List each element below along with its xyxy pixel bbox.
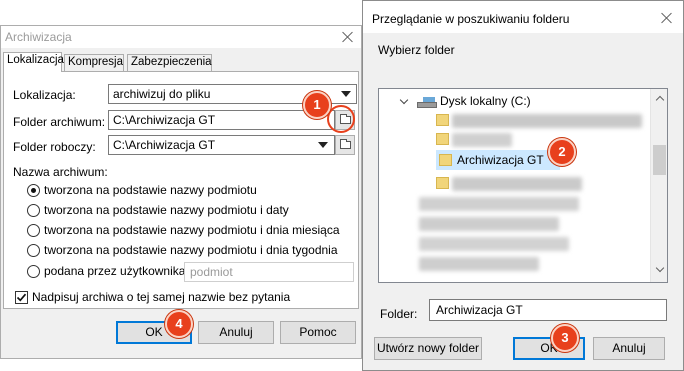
folder-input[interactable]: Archiwizacja GT [429,299,667,321]
step-badge-1: 1 [303,91,331,119]
tab-lokalizacja[interactable]: Lokalizacja [3,52,64,72]
scrollbar-thumb[interactable] [653,145,666,175]
work-folder-value: C:\Archiwizacja GT [113,138,216,152]
blurred-tree-item [419,217,559,231]
checkmark-icon [16,293,27,302]
location-label: Lokalizacja: [13,88,76,102]
radio-name-entity-day-of-month[interactable] [27,224,40,237]
step-badge-3: 3 [551,324,579,352]
close-icon[interactable] [341,30,355,44]
chevron-down-icon [318,142,328,148]
radio-label: tworzona na podstawie nazwy podmiotu [44,183,257,197]
folder-label: Folder: [380,307,418,321]
chevron-up-icon[interactable] [655,95,665,105]
overwrite-checkbox[interactable] [15,291,28,304]
radio-label: tworzona na podstawie nazwy podmiotu i d… [44,243,338,257]
new-folder-button[interactable]: Utwórz nowy folder [374,337,482,360]
folder-icon [436,177,449,189]
folder-tree[interactable]: Dysk lokalny (C:) Archiwizacja GT [378,88,668,283]
folder-icon [436,114,449,126]
archive-dialog: Archiwizacja Lokalizacja Kompresja Zabez… [0,25,362,359]
overwrite-label: Nadpisuj archiwa o tej samej nazwie bez … [32,290,291,304]
folder-icon [439,154,452,166]
radio-name-entity-date[interactable] [27,204,40,217]
blurred-tree-item [419,237,569,251]
folder-input-value: Archiwizacja GT [436,303,523,317]
radio-label: tworzona na podstawie nazwy podmiotu i d… [44,223,340,237]
tree-item-label: Archiwizacja GT [457,153,544,167]
blurred-tree-item [419,257,539,271]
cancel-button[interactable]: Anuluj [593,337,665,360]
chevron-down-icon [341,91,351,97]
browse-folder-dialog: Przeglądanie w poszukiwaniu folderu Wybi… [362,0,684,371]
tab-kompresja[interactable]: Kompresja [64,54,124,71]
cancel-button[interactable]: Anuluj [198,321,274,344]
archive-folder-input[interactable]: C:\Archiwizacja GT [108,110,335,130]
browse-dialog-titlebar: Przeglądanie w poszukiwaniu folderu [363,1,683,33]
browse-dialog-title: Przeglądanie w poszukiwaniu folderu [372,12,570,26]
radio-name-entity[interactable] [27,184,40,197]
help-button[interactable]: Pomoc [280,321,356,344]
archive-name-label: Nazwa archiwum: [13,165,108,179]
tab-zabezpieczenia[interactable]: Zabezpieczenia [127,54,212,71]
drive-icon [417,97,437,108]
work-folder-browse-button[interactable] [335,135,355,155]
step-badge-4: 4 [165,310,193,338]
folder-icon [436,133,449,145]
location-value: archiwizuj do pliku [113,87,211,101]
close-icon[interactable] [660,11,674,25]
radio-label: tworzona na podstawie nazwy podmiotu i d… [44,203,289,217]
radio-name-entity-day-of-week[interactable] [27,244,40,257]
blurred-tree-item [452,177,582,191]
archive-dialog-title: Archiwizacja [5,30,72,44]
work-folder-select[interactable]: C:\Archiwizacja GT [108,135,335,155]
blurred-tree-item [452,114,642,128]
blurred-tree-item [452,133,512,147]
blurred-tree-item [419,197,579,211]
custom-name-placeholder: podmiot [190,265,233,279]
folder-icon [340,139,351,149]
archive-folder-label: Folder archiwum: [13,115,106,129]
archive-dialog-titlebar: Archiwizacja [1,26,361,48]
chevron-down-icon[interactable] [655,263,665,273]
chevron-down-icon[interactable] [399,95,409,105]
custom-name-input[interactable]: podmiot [184,262,354,282]
tree-root-label[interactable]: Dysk lokalny (C:) [440,94,531,108]
archive-folder-value: C:\Archiwizacja GT [113,113,216,127]
step-badge-2: 2 [548,138,576,166]
radio-label: podana przez użytkownika: [44,264,189,278]
highlight-circle [327,105,355,133]
radio-name-user-defined[interactable] [27,265,40,278]
work-folder-label: Folder roboczy: [13,140,96,154]
browse-dialog-subtitle: Wybierz folder [378,43,455,57]
tree-scrollbar[interactable] [650,89,667,282]
